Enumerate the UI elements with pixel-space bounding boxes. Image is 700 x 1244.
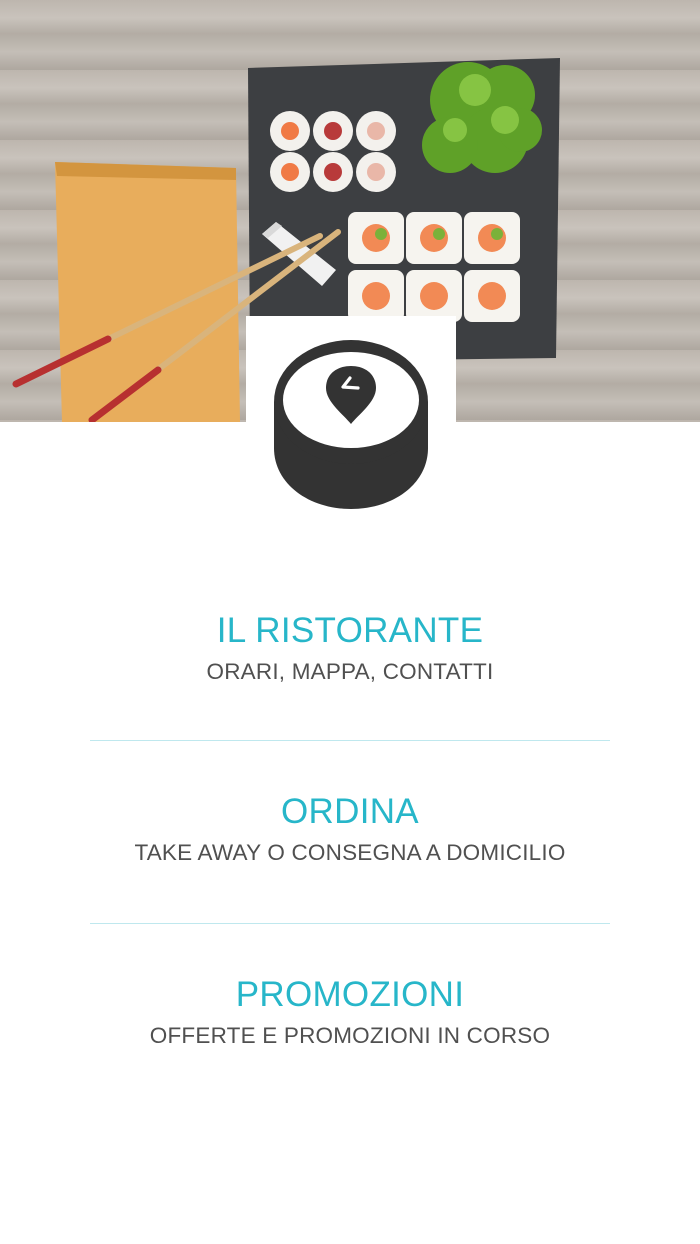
menu-item-subtitle: OFFERTE E PROMOZIONI IN CORSO bbox=[149, 1023, 551, 1048]
menu-item-title: PROMOZIONI bbox=[235, 975, 465, 1014]
main-menu: IL RISTORANTE ORARI, MAPPA, CONTATTI ORD… bbox=[0, 572, 700, 1106]
menu-item-promozioni[interactable]: PROMOZIONI OFFERTE E PROMOZIONI IN CORSO bbox=[0, 924, 700, 1106]
logo bbox=[246, 316, 456, 526]
menu-item-il-ristorante[interactable]: IL RISTORANTE ORARI, MAPPA, CONTATTI bbox=[0, 572, 700, 740]
menu-item-ordina[interactable]: ORDINA TAKE AWAY O CONSEGNA A DOMICILIO bbox=[0, 741, 700, 923]
menu-item-title: ORDINA bbox=[281, 792, 419, 831]
menu-item-subtitle: ORARI, MAPPA, CONTATTI bbox=[206, 659, 494, 684]
menu-item-subtitle: TAKE AWAY O CONSEGNA A DOMICILIO bbox=[134, 840, 566, 865]
menu-item-title: IL RISTORANTE bbox=[216, 611, 484, 650]
sushi-roll-location-pin-icon bbox=[274, 340, 428, 509]
